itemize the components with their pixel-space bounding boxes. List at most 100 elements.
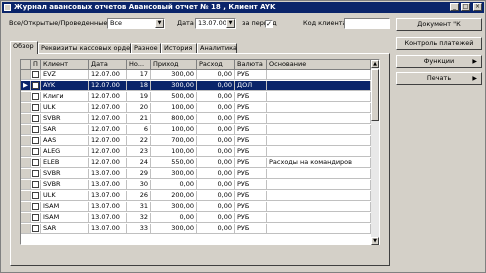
table-row[interactable]: ULK 13.07.00 26 200,00 0,00 РУБ <box>21 191 371 201</box>
tab-misc[interactable]: Разное <box>131 43 161 53</box>
table-row[interactable]: SVBR 13.07.00 30 0,00 0,00 РУБ <box>21 180 371 190</box>
cell-basis <box>267 202 371 212</box>
cell-number: 22 <box>127 136 151 146</box>
cell-posted <box>31 70 41 80</box>
close-button[interactable]: × <box>473 3 482 11</box>
row-checkbox[interactable] <box>32 214 39 221</box>
row-checkbox[interactable] <box>32 225 39 232</box>
header-posted[interactable]: П <box>31 60 41 70</box>
cell-client: ISAM <box>41 213 89 223</box>
date-input[interactable]: 13.07.00 ▼ <box>195 18 236 29</box>
cell-income: 500,00 <box>151 92 197 102</box>
table-row[interactable]: SVBR 13.07.00 29 300,00 0,00 РУБ <box>21 169 371 179</box>
cell-client: SVBR <box>41 169 89 179</box>
cell-client: ELEB <box>41 158 89 168</box>
table-row[interactable]: SAR 12.07.00 6 100,00 0,00 РУБ <box>21 125 371 135</box>
window-title: Журнал авансовых отчетов Авансовый отчет… <box>14 3 276 11</box>
header-number[interactable]: Но... <box>127 60 151 70</box>
maximize-button[interactable]: □ <box>461 3 470 11</box>
row-checkbox[interactable] <box>32 192 39 199</box>
tab-cash-order-details[interactable]: Реквизиты кассовых ордеров <box>38 43 142 53</box>
row-checkbox[interactable] <box>32 203 39 210</box>
row-checkbox[interactable] <box>32 82 39 89</box>
row-checkbox[interactable] <box>32 170 39 177</box>
cell-number: 30 <box>127 180 151 190</box>
cell-income: 100,00 <box>151 147 197 157</box>
row-indicator <box>21 147 31 157</box>
print-menu-button[interactable]: Печать ▶ <box>396 72 482 85</box>
submenu-arrow-icon: ▶ <box>472 75 477 82</box>
row-checkbox[interactable] <box>32 137 39 144</box>
tab-analytics[interactable]: Аналитика <box>197 43 237 53</box>
header-income[interactable]: Приход <box>151 60 197 70</box>
cell-client: Клиги <box>41 92 89 102</box>
row-indicator <box>21 70 31 80</box>
cell-number: 18 <box>127 81 151 91</box>
table-row[interactable]: ISAM 13.07.00 32 0,00 0,00 РУБ <box>21 213 371 223</box>
tab-history[interactable]: История <box>161 43 197 53</box>
header-basis[interactable]: Основание <box>267 60 371 70</box>
type-filter-select[interactable]: Все ▼ <box>107 18 165 29</box>
documents-grid[interactable]: П Клиент Дата Но... Приход Расход Валюта… <box>20 59 380 245</box>
minimize-button[interactable]: _ <box>450 3 459 11</box>
client-code-input[interactable] <box>344 18 390 29</box>
row-checkbox[interactable] <box>32 104 39 111</box>
header-currency[interactable]: Валюта <box>235 60 267 70</box>
functions-menu-button[interactable]: Функции ▶ <box>396 55 482 68</box>
indicator-header <box>21 60 31 70</box>
payment-control-button[interactable]: Контроль платежей <box>396 37 482 50</box>
header-expense[interactable]: Расход <box>197 60 235 70</box>
cell-number: 26 <box>127 191 151 201</box>
row-checkbox[interactable] <box>32 159 39 166</box>
row-indicator <box>21 125 31 135</box>
table-row[interactable]: ELEB 12.07.00 24 550,00 0,00 РУБ Расходы на ко… <box>21 158 371 168</box>
cell-currency: РУБ <box>235 213 267 223</box>
row-checkbox[interactable] <box>32 181 39 188</box>
row-checkbox[interactable] <box>32 148 39 155</box>
grid-vertical-scrollbar[interactable]: ▲ ▼ <box>371 60 379 245</box>
table-row[interactable]: SVBR 12.07.00 21 800,00 0,00 РУБ <box>21 114 371 124</box>
cell-date: 12.07.00 <box>89 114 127 124</box>
cell-basis <box>267 103 371 113</box>
row-indicator <box>21 169 31 179</box>
type-filter-label: Все/Открытые/Проведенные <box>9 19 108 27</box>
scroll-thumb[interactable] <box>371 69 379 121</box>
cell-date: 12.07.00 <box>89 136 127 146</box>
table-row[interactable]: SAR 13.07.00 33 300,00 0,00 РУБ <box>21 224 371 234</box>
header-date[interactable]: Дата <box>89 60 127 70</box>
row-checkbox[interactable] <box>32 93 39 100</box>
calendar-dropdown-icon[interactable]: ▼ <box>226 19 235 28</box>
scroll-up-icon[interactable]: ▲ <box>371 60 379 68</box>
cell-number: 17 <box>127 70 151 80</box>
table-row[interactable]: Клиги 12.07.00 19 500,00 0,00 РУБ <box>21 92 371 102</box>
period-checkbox[interactable]: ✓ <box>265 20 273 28</box>
cell-number: 21 <box>127 114 151 124</box>
table-row[interactable]: ALEG 12.07.00 23 100,00 0,00 РУБ <box>21 147 371 157</box>
cell-expense: 0,00 <box>197 125 235 135</box>
table-row[interactable]: AAS 12.07.00 22 700,00 0,00 РУБ <box>21 136 371 146</box>
tab-overview[interactable]: Обзор <box>10 41 38 54</box>
cell-client: ISAM <box>41 202 89 212</box>
table-row[interactable]: ISAM 13.07.00 31 300,00 0,00 РУБ <box>21 202 371 212</box>
table-row[interactable]: ULK 12.07.00 20 100,00 0,00 РУБ <box>21 103 371 113</box>
cell-basis <box>267 147 371 157</box>
cell-currency: РУБ <box>235 103 267 113</box>
cell-date: 12.07.00 <box>89 70 127 80</box>
row-checkbox[interactable] <box>32 71 39 78</box>
table-row[interactable]: ▶ AYK 12.07.00 18 300,00 0,00 ДОЛ <box>21 81 371 91</box>
table-row[interactable]: EVZ 12.07.00 17 300,00 0,00 РУБ <box>21 70 371 80</box>
cell-client: ALEG <box>41 147 89 157</box>
dropdown-arrow-icon[interactable]: ▼ <box>155 19 164 28</box>
cell-expense: 0,00 <box>197 136 235 146</box>
row-checkbox[interactable] <box>32 126 39 133</box>
header-client[interactable]: Клиент <box>41 60 89 70</box>
scroll-down-icon[interactable]: ▼ <box>371 237 379 245</box>
cell-date: 12.07.00 <box>89 125 127 135</box>
document-button[interactable]: Документ "К <box>396 18 482 31</box>
title-bar[interactable]: Журнал авансовых отчетов Авансовый отчет… <box>2 2 484 13</box>
row-checkbox[interactable] <box>32 115 39 122</box>
cell-basis <box>267 125 371 135</box>
cell-income: 100,00 <box>151 125 197 135</box>
cell-currency: РУБ <box>235 92 267 102</box>
cell-income: 550,00 <box>151 158 197 168</box>
